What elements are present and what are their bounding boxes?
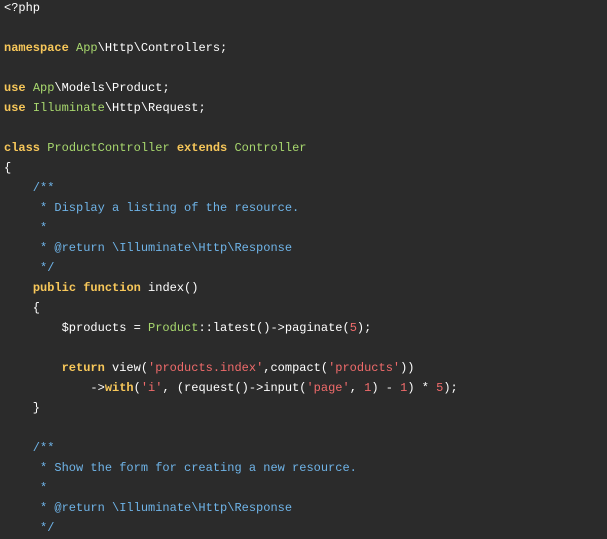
code-token: namespace bbox=[4, 41, 69, 55]
code-token: 'products.index' bbox=[148, 361, 264, 375]
code-line: $products = Product::latest()->paginate(… bbox=[4, 318, 372, 338]
code-token: * bbox=[4, 481, 48, 495]
code-line: { bbox=[4, 158, 11, 178]
code-token: * Display a listing of the resource. bbox=[4, 201, 300, 215]
code-token: */ bbox=[4, 261, 55, 275]
code-line: return view('products.index',compact('pr… bbox=[4, 358, 415, 378]
code-token: 'page' bbox=[306, 381, 350, 395]
code-token: class bbox=[4, 141, 41, 155]
code-token: -> bbox=[4, 381, 105, 395]
code-token: 'products' bbox=[328, 361, 401, 375]
code-token: use bbox=[4, 101, 26, 115]
code-token: extends bbox=[176, 141, 228, 155]
code-token: ) - bbox=[371, 381, 401, 395]
code-token: ) * bbox=[407, 381, 437, 395]
code-token: /** bbox=[4, 181, 55, 195]
code-token: 'i' bbox=[140, 381, 163, 395]
code-token: Controller bbox=[234, 141, 307, 155]
code-line: namespace App\Http\Controllers; bbox=[4, 38, 227, 58]
code-token: ); bbox=[356, 321, 372, 335]
code-line: /** bbox=[4, 438, 55, 458]
code-token: return bbox=[61, 361, 105, 375]
code-token: view( bbox=[104, 361, 149, 375]
code-token: public bbox=[32, 281, 77, 295]
code-line: use App\Models\Product; bbox=[4, 78, 170, 98]
code-token: , (request()->input( bbox=[162, 381, 307, 395]
code-token: } bbox=[4, 401, 41, 415]
code-line: * @return \Illuminate\Http\Response bbox=[4, 238, 292, 258]
code-token: /** bbox=[4, 441, 55, 455]
code-token: * bbox=[4, 221, 48, 235]
code-token: App bbox=[32, 81, 55, 95]
code-line: * bbox=[4, 478, 47, 498]
code-editor[interactable]: <?php namespace App\Http\Controllers; use … bbox=[0, 0, 607, 539]
code-line: ->with('i', (request()->input('page', 1)… bbox=[4, 378, 458, 398]
code-token: )) bbox=[400, 361, 415, 375]
code-line: } bbox=[4, 398, 40, 418]
code-token: ProductController bbox=[47, 141, 170, 155]
code-token: index() bbox=[140, 281, 199, 295]
code-line: * bbox=[4, 218, 47, 238]
code-token: { bbox=[4, 301, 41, 315]
code-token: ( bbox=[133, 381, 141, 395]
code-line: use Illuminate\Http\Request; bbox=[4, 98, 206, 118]
code-line: { bbox=[4, 298, 40, 318]
code-token: ::latest()->paginate( bbox=[198, 321, 350, 335]
code-line: * @return \Illuminate\Http\Response bbox=[4, 498, 292, 518]
code-line: */ bbox=[4, 258, 54, 278]
code-token: use bbox=[4, 81, 26, 95]
code-token: \Models\Product; bbox=[54, 81, 170, 95]
code-line: * Display a listing of the resource. bbox=[4, 198, 299, 218]
code-token: 5 bbox=[349, 321, 357, 335]
code-token: * @return \Illuminate\Http\Response bbox=[4, 241, 293, 255]
code-token: , bbox=[349, 381, 365, 395]
code-token: <?php bbox=[4, 1, 41, 15]
code-token: Illuminate bbox=[32, 101, 105, 115]
code-line: */ bbox=[4, 518, 54, 538]
code-line: <?php bbox=[4, 0, 40, 18]
code-token: $products = bbox=[4, 321, 149, 335]
code-token: { bbox=[4, 161, 12, 175]
code-line: * Show the form for creating a new resou… bbox=[4, 458, 357, 478]
code-token: App bbox=[76, 41, 98, 55]
code-token: Product bbox=[148, 321, 199, 335]
code-token: function bbox=[83, 281, 141, 295]
code-token: */ bbox=[4, 521, 55, 535]
code-token: * Show the form for creating a new resou… bbox=[4, 461, 357, 475]
code-token: * @return \Illuminate\Http\Response bbox=[4, 501, 293, 515]
code-line: public function index() bbox=[4, 278, 199, 298]
code-token: ,compact( bbox=[263, 361, 329, 375]
code-line: /** bbox=[4, 178, 55, 198]
code-token: \Http\Controllers; bbox=[97, 41, 228, 55]
code-token: \Http\Request; bbox=[104, 101, 206, 115]
code-token: with bbox=[104, 381, 134, 395]
code-line: class ProductController extends Controll… bbox=[4, 138, 306, 158]
code-token: ); bbox=[443, 381, 458, 395]
